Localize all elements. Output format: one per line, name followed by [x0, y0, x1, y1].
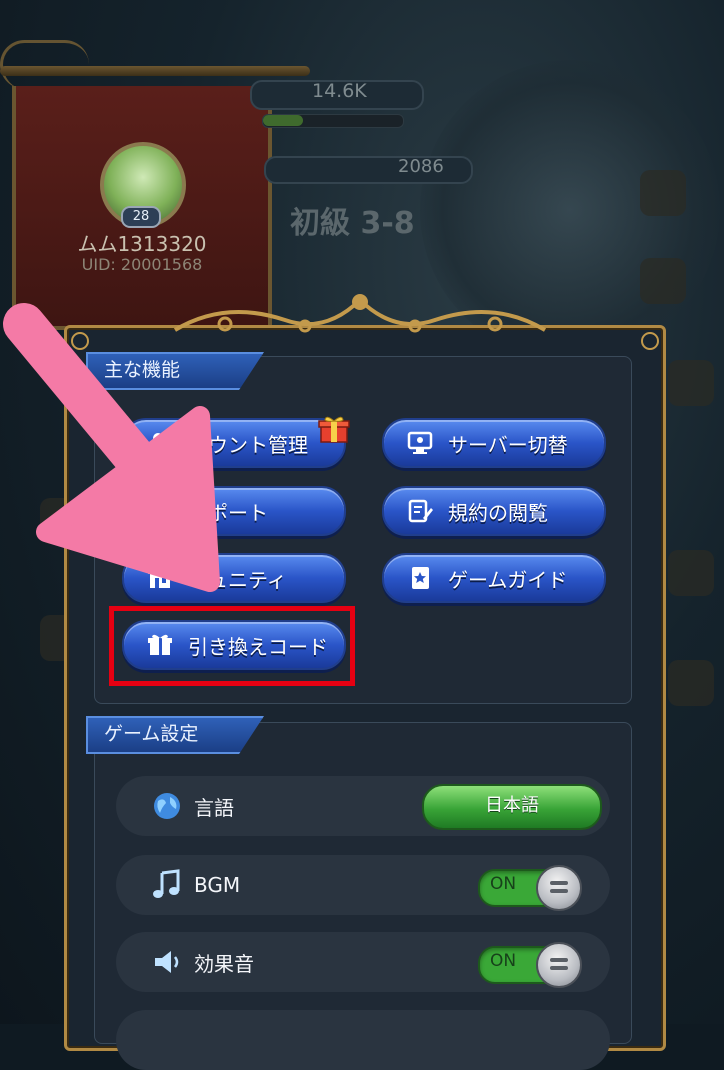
side-menu-icon [668, 550, 714, 596]
sound-effects-label: 効果音 [194, 951, 254, 976]
player-name: ムム1313320 [77, 232, 207, 256]
panel-corner-ornament [641, 332, 659, 350]
game-settings-title: ゲーム設定 [86, 716, 264, 754]
bgm-label: BGM [194, 873, 241, 897]
bgm-setting-row: BGM ON [116, 855, 610, 915]
sound-effects-setting-row: 効果音 ON [116, 932, 610, 992]
monitor-icon [406, 429, 434, 457]
document-edit-icon [406, 497, 434, 525]
language-select-button[interactable]: 日本語 [422, 784, 602, 830]
player-level-badge: 28 [121, 206, 161, 228]
exp-bar-fill [263, 115, 303, 126]
globe-icon [150, 789, 184, 823]
terms-label: 規約の閲覧 [448, 500, 548, 525]
game-guide-label: ゲームガイド [448, 567, 568, 592]
server-switch-label: サーバー切替 [448, 432, 568, 457]
terms-button[interactable]: 規約の閲覧 [382, 486, 606, 536]
guide-book-icon [406, 564, 434, 592]
game-guide-button[interactable]: ゲームガイド [382, 553, 606, 603]
toggle-state-label: ON [490, 951, 517, 971]
server-switch-button[interactable]: サーバー切替 [382, 418, 606, 468]
language-setting-row: 言語 日本語 [116, 776, 610, 836]
shop-icon [640, 258, 686, 304]
language-label: 言語 [194, 795, 234, 820]
gift-badge-icon [318, 416, 350, 443]
redeem-code-highlight-box [109, 606, 355, 686]
bgm-toggle[interactable]: ON [478, 865, 582, 911]
speaker-icon [150, 945, 184, 979]
player-uid: UID: 20001568 [81, 255, 203, 274]
side-menu-icon [640, 170, 686, 216]
scroll-ornament [0, 40, 89, 89]
music-note-icon [150, 868, 184, 902]
toggle-knob [536, 865, 582, 911]
pointer-arrow [3, 303, 220, 592]
setting-row-partial [116, 1010, 610, 1070]
power-value: 14.6K [312, 80, 367, 102]
gems-value: 2086 [398, 156, 444, 177]
toggle-state-label: ON [490, 874, 517, 894]
stage-label: 初級 3-8 [290, 206, 415, 241]
side-menu-icon [668, 660, 714, 706]
side-menu-icon [668, 360, 714, 406]
toggle-knob [536, 942, 582, 988]
banner-rod [0, 66, 310, 76]
sound-effects-toggle[interactable]: ON [478, 942, 582, 988]
